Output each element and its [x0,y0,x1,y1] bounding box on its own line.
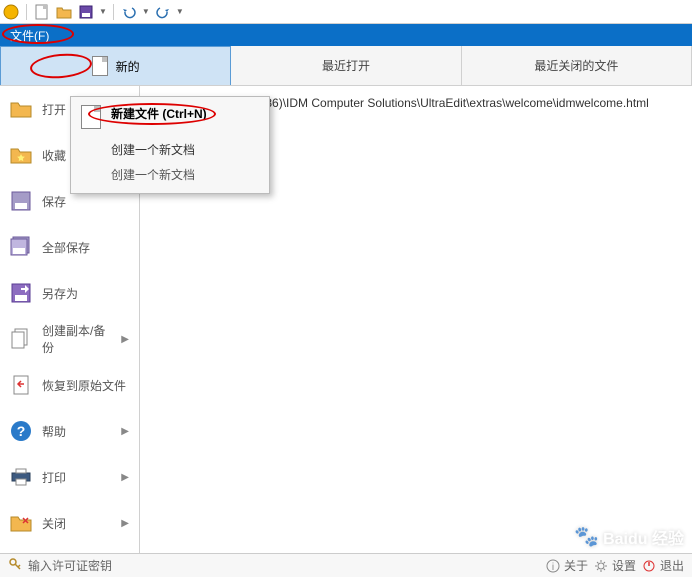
save-all-icon [10,236,32,258]
save-icon [10,190,32,212]
status-label: 设置 [612,557,636,574]
redo-icon[interactable] [154,3,172,21]
file-tabs: 新的 最近打开 最近关闭的文件 [0,46,692,86]
close-folder-icon [10,512,32,534]
sidebar-item-save-all[interactable]: 全部保存 [0,224,139,270]
svg-text:i: i [552,562,554,573]
separator [113,4,114,20]
license-link[interactable]: 输入许可证密钥 [28,557,112,574]
restore-file-icon [10,374,32,396]
dropdown-icon[interactable]: ▼ [176,7,184,16]
menu-bar: 文件(F) [0,24,692,46]
open-folder-icon[interactable] [55,3,73,21]
chevron-right-icon: ▶ [121,334,129,345]
file-icon [92,56,108,76]
exit-icon [642,559,656,573]
sidebar-item-label: 恢复到原始文件 [42,377,129,394]
watermark-text: Baidu 经验 [603,525,684,549]
sidebar-item-create-copy[interactable]: 创建副本/备份 ▶ [0,316,139,362]
sidebar-item-help[interactable]: ? 帮助 ▶ [0,408,139,454]
sidebar-item-label: 关闭 [42,515,111,532]
sidebar-item-print[interactable]: 打印 ▶ [0,454,139,500]
status-bar: 输入许可证密钥 i 关于 设置 退出 [0,553,692,577]
sidebar-item-label: 全部保存 [42,239,129,256]
svg-text:?: ? [17,423,26,439]
save-as-icon [10,282,32,304]
chevron-right-icon: ▶ [121,426,129,437]
dropdown-icon[interactable]: ▼ [99,7,107,16]
sidebar-item-label: 另存为 [42,285,129,302]
new-file-icon[interactable] [33,3,51,21]
gear-icon [594,559,608,573]
menu-file[interactable]: 文件(F) [0,24,59,47]
tooltip-line: 创建一个新文档 [71,162,269,193]
help-icon: ? [10,420,32,442]
about-button[interactable]: i 关于 [546,557,588,574]
sidebar-item-label: 打印 [42,469,111,486]
tab-label: 新的 [116,58,140,75]
chevron-right-icon: ▶ [121,518,129,529]
status-label: 关于 [564,557,588,574]
file-icon [81,105,101,129]
sidebar-item-label: 创建副本/备份 [42,322,111,356]
tab-recent-closed[interactable]: 最近关闭的文件 [462,46,692,85]
separator [26,4,27,20]
sidebar-item-close[interactable]: 关闭 ▶ [0,500,139,546]
sidebar-item-restore[interactable]: 恢复到原始文件 [0,362,139,408]
favorites-folder-icon [10,144,32,166]
settings-button[interactable]: 设置 [594,557,636,574]
open-folder-icon [10,98,32,120]
watermark: 🐾 Baidu 经验 [574,524,684,549]
dropdown-icon[interactable]: ▼ [142,7,150,16]
tab-label: 最近打开 [322,57,370,74]
tab-label: 最近关闭的文件 [534,57,618,74]
info-icon: i [546,559,560,573]
quick-access-toolbar: ▼ ▼ ▼ [0,0,692,24]
tab-recent-open[interactable]: 最近打开 [231,46,461,85]
sidebar-item-save-as[interactable]: 另存为 [0,270,139,316]
save-icon[interactable] [77,3,95,21]
copy-file-icon [10,328,32,350]
app-logo-icon [2,3,20,21]
sidebar-item-label: 帮助 [42,423,111,440]
chevron-right-icon: ▶ [121,472,129,483]
tooltip-title: 新建文件 (Ctrl+N) [111,105,207,122]
status-label: 退出 [660,557,684,574]
tab-new[interactable]: 新的 [0,46,231,85]
print-icon [10,466,32,488]
tooltip-popup: 新建文件 (Ctrl+N) 创建一个新文档 创建一个新文档 [70,96,270,194]
sidebar-item-label: 保存 [42,193,129,210]
paw-icon: 🐾 [574,524,599,549]
key-icon [8,557,22,574]
tooltip-line: 创建一个新文档 [71,137,269,162]
exit-button[interactable]: 退出 [642,557,684,574]
undo-icon[interactable] [120,3,138,21]
